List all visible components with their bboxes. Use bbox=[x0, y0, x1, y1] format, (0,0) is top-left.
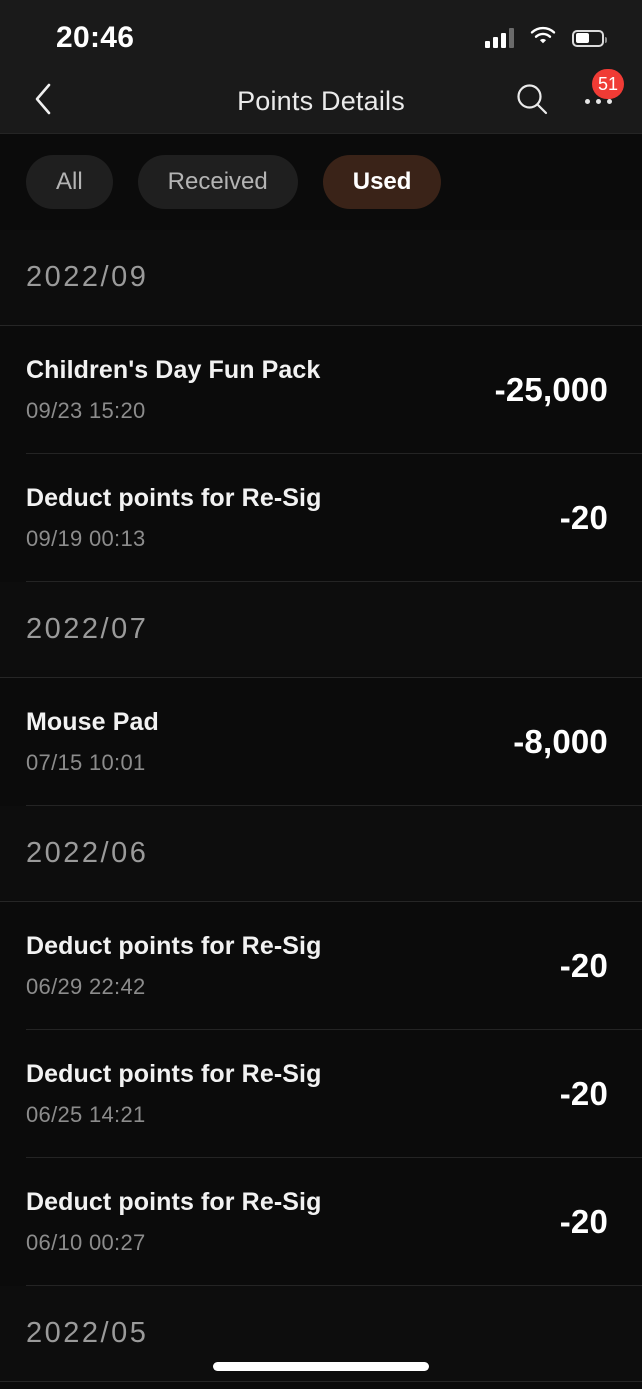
list-item[interactable]: Mouse Pad 07/15 10:01 -8,000 bbox=[0, 678, 642, 806]
list-item-date: 06/29 22:42 bbox=[26, 974, 146, 999]
list-item-info: Mouse Pad 07/15 10:01 bbox=[26, 708, 159, 776]
list-item-date: 06/25 14:21 bbox=[26, 1102, 146, 1127]
points-details-screen: 20:46 Points Details 51 All Received Use… bbox=[0, 0, 642, 1389]
status-bar: 20:46 bbox=[0, 0, 642, 70]
nav-bar: Points Details 51 bbox=[0, 68, 642, 134]
list-item[interactable]: Children's Day Fun Pack 09/23 15:20 -25,… bbox=[0, 326, 642, 454]
list-item-amount: -20 bbox=[559, 499, 608, 536]
filter-tab-all[interactable]: All bbox=[26, 155, 113, 209]
list-item-info: Children's Day Fun Pack 09/23 15:20 bbox=[26, 356, 320, 424]
list-item-amount: -20 bbox=[559, 1075, 608, 1112]
home-indicator bbox=[213, 1362, 429, 1371]
list-item-info: Deduct points for Re-Sig 06/10 00:27 bbox=[26, 1188, 321, 1256]
list-item-title: Deduct points for Re-Sig bbox=[26, 484, 322, 512]
more-options-icon bbox=[584, 99, 612, 104]
more-options-button[interactable]: 51 bbox=[578, 68, 624, 122]
month-header: 2022/06 bbox=[0, 806, 642, 902]
list-item-amount: -20 bbox=[559, 947, 608, 984]
points-history-list[interactable]: 2022/09 Children's Day Fun Pack 09/23 15… bbox=[0, 230, 642, 1389]
filter-tabs: All Received Used bbox=[0, 134, 642, 230]
filter-tab-used[interactable]: Used bbox=[322, 155, 442, 209]
list-item-amount: -20 bbox=[559, 1203, 608, 1240]
wifi-icon bbox=[530, 26, 556, 50]
nav-actions: 51 bbox=[512, 68, 624, 122]
list-item-title: Deduct points for Re-Sig bbox=[26, 1060, 322, 1088]
chevron-left-icon bbox=[32, 82, 54, 121]
list-item[interactable]: Deduct points for Re-Sig 09/19 00:13 -20 bbox=[0, 454, 642, 582]
list-item-info: Deduct points for Re-Sig 06/25 14:21 bbox=[26, 1060, 321, 1128]
search-button[interactable] bbox=[512, 82, 552, 122]
list-item-date: 09/19 00:13 bbox=[26, 526, 146, 551]
list-item-info: Deduct points for Re-Sig 09/19 00:13 bbox=[26, 484, 321, 552]
cellular-signal-icon bbox=[485, 28, 514, 48]
list-item-amount: -25,000 bbox=[494, 371, 608, 408]
list-item-date: 09/23 15:20 bbox=[26, 398, 146, 423]
list-item-title: Deduct points for Re-Sig bbox=[26, 932, 322, 960]
list-item-title: Mouse Pad bbox=[26, 708, 159, 736]
back-button[interactable] bbox=[26, 82, 60, 121]
month-header: 2022/09 bbox=[0, 230, 642, 326]
list-item-title: Children's Day Fun Pack bbox=[26, 356, 321, 384]
list-item[interactable]: Deduct points for Re-Sig 06/29 22:42 -20 bbox=[0, 902, 642, 1030]
month-label: 2022/05 bbox=[26, 1317, 149, 1349]
month-label: 2022/06 bbox=[26, 837, 149, 869]
list-item-date: 07/15 10:01 bbox=[26, 750, 146, 775]
list-item-info: Deduct points for Re-Sig 06/29 22:42 bbox=[26, 932, 321, 1000]
search-icon bbox=[514, 81, 550, 122]
battery-icon bbox=[572, 29, 607, 47]
status-bar-icons bbox=[485, 26, 607, 50]
list-item[interactable]: Deduct points for Re-Sig 06/10 00:27 -20 bbox=[0, 1158, 642, 1286]
list-item-title: Deduct points for Re-Sig bbox=[26, 1188, 322, 1216]
month-label: 2022/09 bbox=[26, 261, 149, 293]
month-label: 2022/07 bbox=[26, 613, 149, 645]
list-item[interactable]: Deduct points for Re-Sig 06/25 14:21 -20 bbox=[0, 1030, 642, 1158]
status-bar-clock: 20:46 bbox=[56, 21, 135, 54]
filter-tab-received[interactable]: Received bbox=[137, 155, 298, 209]
month-header: 2022/07 bbox=[0, 582, 642, 678]
list-item-amount: -8,000 bbox=[513, 723, 608, 760]
list-item-date: 06/10 00:27 bbox=[26, 1230, 146, 1255]
notification-badge: 51 bbox=[591, 68, 624, 99]
